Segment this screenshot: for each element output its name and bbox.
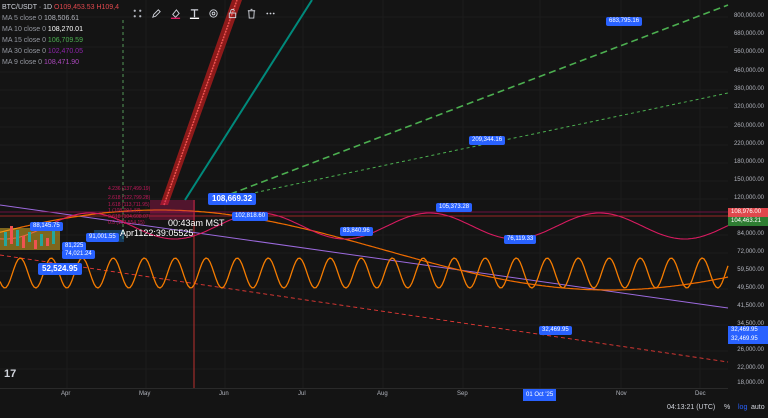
green-dashed-projection-lower: [219, 92, 729, 201]
y-tick: 22,000.00: [737, 365, 764, 371]
y-tick: 18,000.00: [737, 380, 764, 386]
price-label[interactable]: 74,021.24: [62, 250, 95, 259]
date-overlay-text: Apr1122:39:05525: [120, 228, 194, 238]
price-label[interactable]: 91,001.55: [86, 233, 119, 242]
indicator-row[interactable]: MA 10 close 0 108,270.01: [2, 24, 119, 35]
price-label[interactable]: 52,524.95: [38, 263, 82, 275]
indicator-label: MA 9 close 0: [2, 59, 43, 66]
ohlc-open: O109,453.53: [54, 4, 95, 11]
indicator-value: 106,709.59: [47, 37, 83, 44]
green-dashed-projection-upper: [219, 4, 729, 199]
indicator-value: 108,270.01: [47, 26, 83, 33]
y-tick: 180,000.00: [733, 159, 764, 165]
indicator-value: 108,506.61: [44, 15, 80, 22]
y-tick: 680,000.00: [733, 31, 764, 37]
drawing-toolbar: [128, 4, 280, 22]
y-tick: 220,000.00: [733, 141, 764, 147]
ohlc-high: H109,4: [96, 4, 120, 11]
price-label[interactable]: 102,818.60: [232, 212, 269, 221]
clock-time: 04:13:21 (UTC): [667, 404, 716, 411]
fib-level: 2.618 (122,799.28): [108, 195, 151, 201]
target-high-label[interactable]: 683,795.16: [606, 17, 643, 26]
y-tick: 150,000.00: [733, 177, 764, 183]
indicator-row[interactable]: MA 9 close 0 108,471.90: [2, 57, 119, 68]
indicator-legend: BTC/USDT · 1D O109,453.53 H109,4 MA 5 cl…: [2, 2, 119, 68]
fib-level: 0.5 (103,554.15): [108, 220, 145, 226]
status-bar: 04:13:21 (UTC) % log auto: [0, 400, 768, 418]
tradingview-logo[interactable]: 17: [4, 368, 16, 380]
indicator-value: 102,470.05: [47, 48, 83, 55]
price-label[interactable]: 83,840.96: [340, 227, 373, 236]
y-tick: 26,000.00: [737, 347, 764, 353]
y-tick: 120,000.00: [733, 195, 764, 201]
price-label[interactable]: 76,119.33: [504, 235, 537, 244]
symbol-label: BTC/USDT · 1D: [2, 4, 53, 11]
time-overlay-text: 00:43am MST: [168, 218, 225, 228]
indicator-label: MA 30 close 0: [2, 48, 46, 55]
indicator-row[interactable]: MA 15 close 0 106,709.59: [2, 35, 119, 46]
y-tick: 320,000.00: [733, 104, 764, 110]
price-badge: 104,463.21: [728, 217, 768, 226]
y-tick: 800,000.00: [733, 13, 764, 19]
y-tick: 380,000.00: [733, 86, 764, 92]
y-tick: 72,000.00: [737, 249, 764, 255]
pencil-icon[interactable]: [147, 4, 166, 22]
indicator-label: MA 5 close 0: [2, 15, 43, 22]
text-icon[interactable]: [185, 4, 204, 22]
mid-target-label[interactable]: 209,344.16: [469, 136, 506, 145]
y-tick: 59,500.00: [737, 267, 764, 273]
indicator-label: MA 10 close 0: [2, 26, 46, 33]
x-tick: Dec: [695, 391, 706, 397]
fill-icon[interactable]: [166, 4, 185, 22]
price-label[interactable]: 105,373.28: [436, 203, 473, 212]
y-tick: 460,000.00: [733, 68, 764, 74]
price-axis[interactable]: 800,000.00 680,000.00 560,000.00 460,000…: [728, 0, 768, 390]
y-tick: 49,500.00: [737, 285, 764, 291]
indicator-row[interactable]: MA 30 close 0 102,470.05: [2, 46, 119, 57]
indicator-label: MA 15 close 0: [2, 37, 46, 44]
symbol-row[interactable]: BTC/USDT · 1D O109,453.53 H109,4: [2, 2, 119, 13]
percent-toggle[interactable]: %: [724, 404, 730, 411]
settings-icon[interactable]: [204, 4, 223, 22]
lock-icon[interactable]: [223, 4, 242, 22]
x-tick: Jun: [219, 391, 229, 397]
x-tick: Jul: [298, 391, 306, 397]
price-label[interactable]: 88,145.75: [30, 222, 63, 231]
orange-sine-wave: [0, 257, 729, 289]
y-tick: 84,000.00: [737, 231, 764, 237]
y-tick: 560,000.00: [733, 49, 764, 55]
indicator-row[interactable]: MA 5 close 0 108,506.61: [2, 13, 119, 24]
more-icon[interactable]: [261, 4, 280, 22]
drag-handle-icon[interactable]: [128, 4, 147, 22]
price-badge: 108,976.00: [728, 208, 768, 217]
x-tick: May: [139, 391, 151, 397]
indicator-value: 108,471.90: [44, 59, 80, 66]
x-tick: Nov: [616, 391, 627, 397]
log-toggle[interactable]: log: [738, 404, 747, 411]
y-tick: 41,500.00: [737, 303, 764, 309]
fib-level: 4.236 (137,499.19): [108, 186, 151, 192]
price-badge: 32,469.95: [728, 335, 768, 344]
price-label[interactable]: 32,469.95: [539, 326, 572, 335]
auto-toggle[interactable]: auto: [751, 404, 765, 411]
x-tick: Apr: [61, 391, 71, 397]
current-price-label[interactable]: 108,669.32: [208, 193, 257, 205]
y-tick: 260,000.00: [733, 123, 764, 129]
delete-icon[interactable]: [242, 4, 261, 22]
x-tick: Aug: [377, 391, 388, 397]
price-badge: 32,469.95: [728, 326, 768, 335]
x-tick: Sep: [457, 391, 468, 397]
